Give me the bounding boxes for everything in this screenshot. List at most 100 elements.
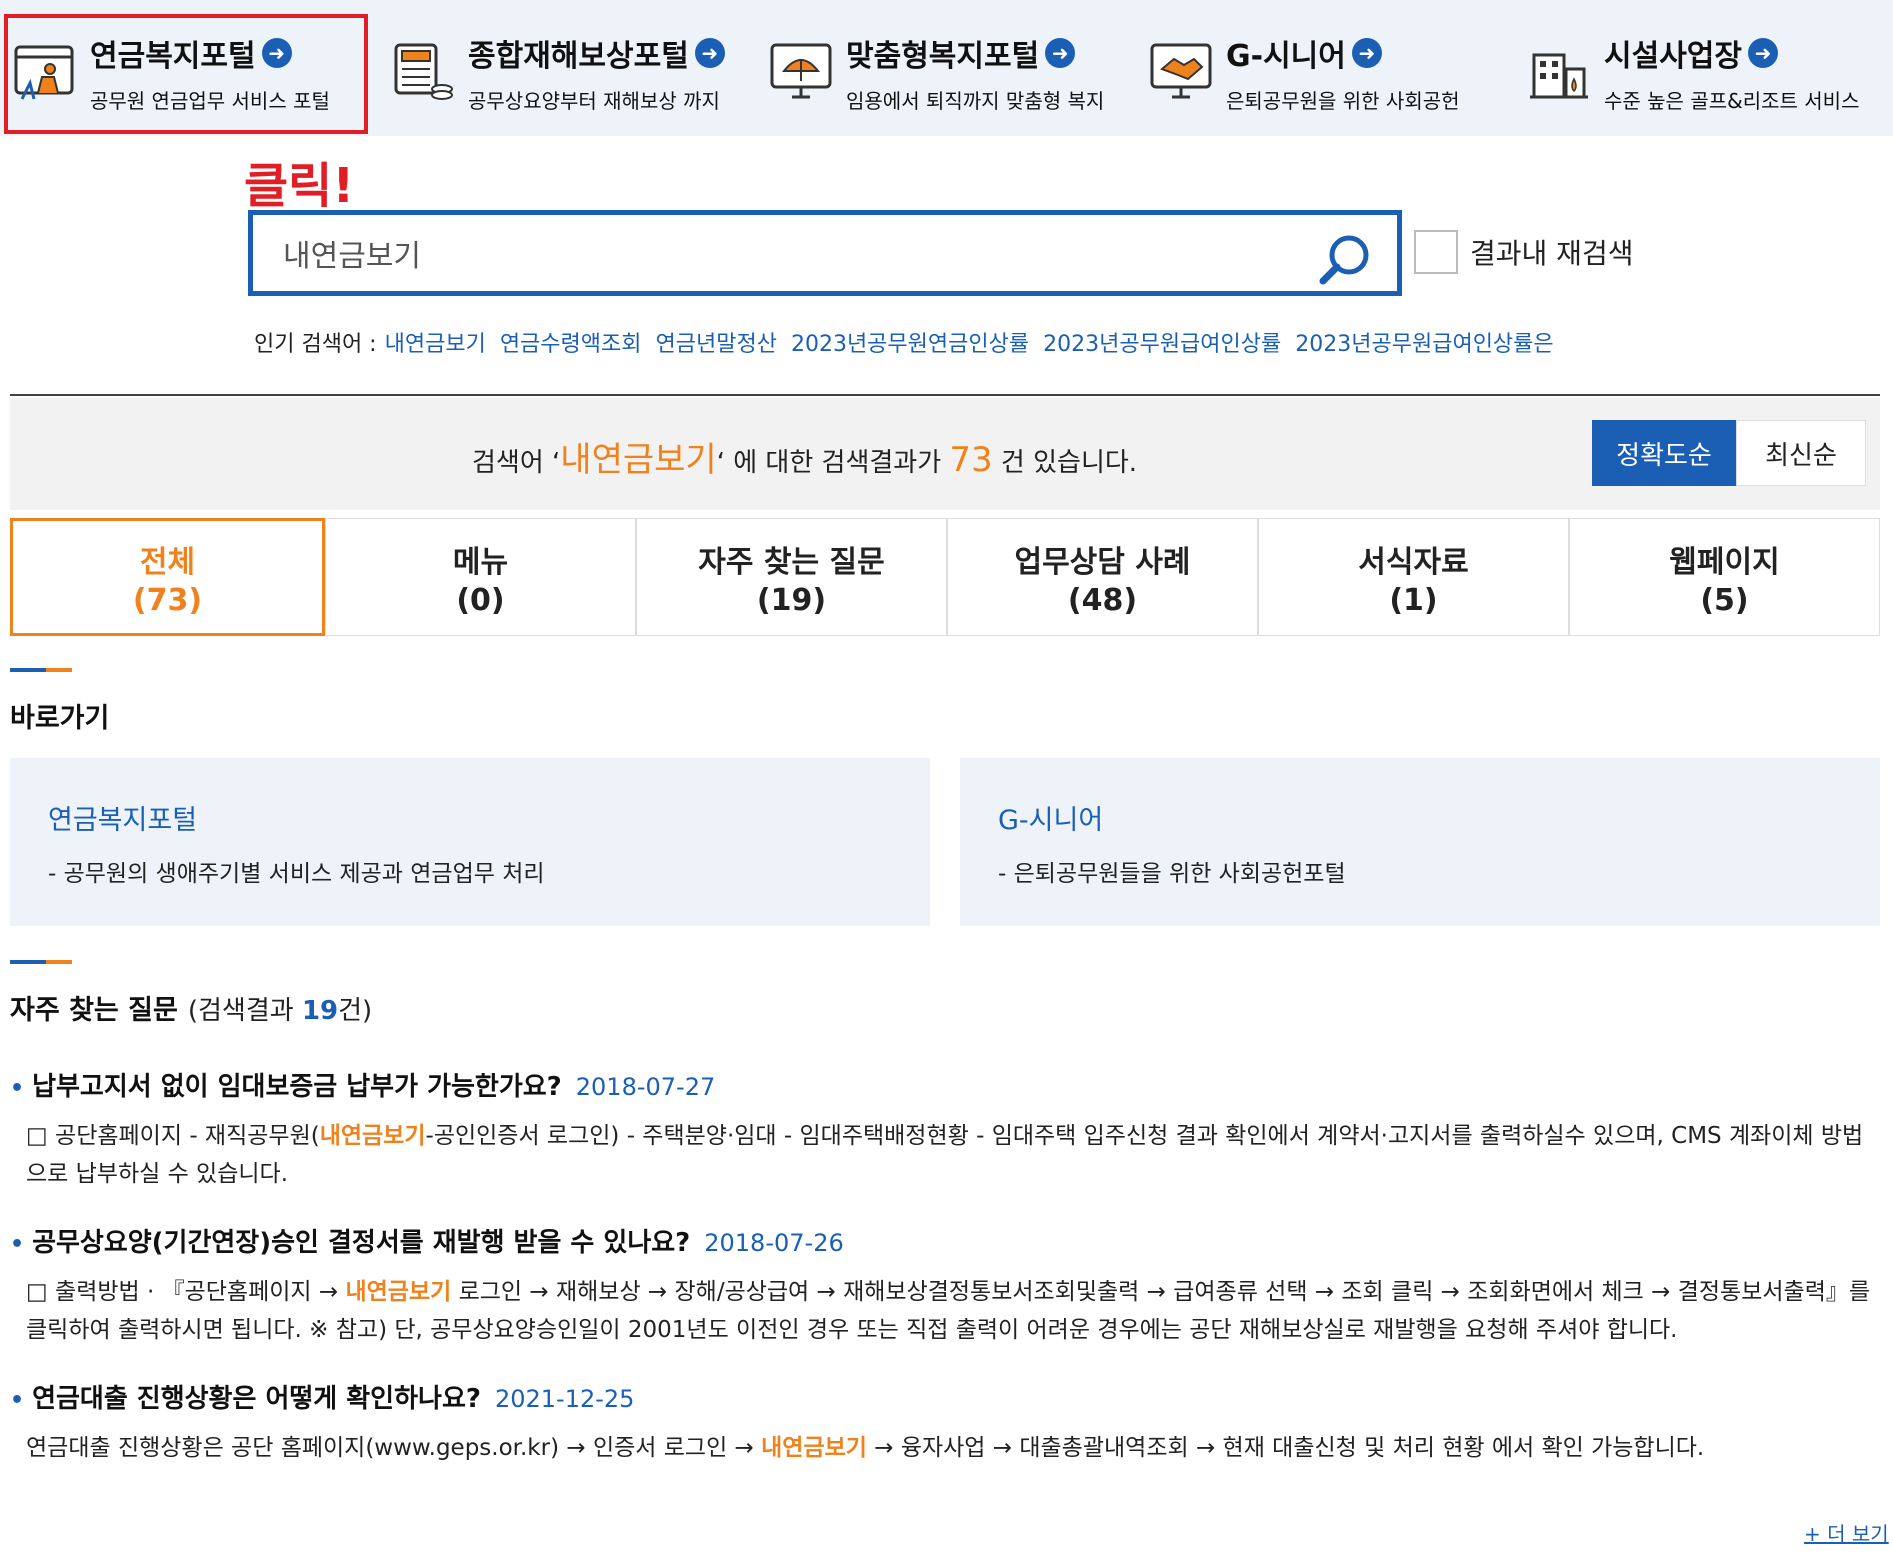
sort-accuracy-button[interactable]: 정확도순 xyxy=(1592,420,1736,486)
tab-label: 메뉴 xyxy=(452,544,509,580)
faq-date: 2018-07-27 xyxy=(575,1073,716,1101)
popular-term[interactable]: 2023년공무원연금인상률 xyxy=(791,326,1029,358)
tab-count: (73) xyxy=(132,582,203,618)
recheck-label: 결과내 재검색 xyxy=(1470,237,1634,270)
shortcut-title[interactable]: G-시니어 xyxy=(998,798,1103,837)
category-tabs: 전체 (73) 메뉴 (0) 자주 찾는 질문 (19) 업무상담 사례 (48) 서식… xyxy=(10,518,1880,636)
arrow-right-icon: ➜ xyxy=(1045,37,1076,68)
section-mark xyxy=(10,668,72,672)
sort-recent-button[interactable]: 최신순 xyxy=(1736,420,1866,486)
tab-label: 웹페이지 xyxy=(1669,544,1780,580)
portal-subtitle: 수준 높은 골프&리조트 서비스 xyxy=(1604,88,1860,113)
faq-answer-highlight: 내연금보기 xyxy=(319,1123,426,1149)
recheck-toggle[interactable]: 결과내 재검색 xyxy=(1414,230,1633,274)
faq-answer-highlight: 내연금보기 xyxy=(345,1279,452,1305)
shortcut-desc: - 공무원의 생애주기별 서비스 제공과 연금업무 처리 xyxy=(48,861,545,887)
tab-count: (0) xyxy=(456,582,505,618)
faq-question[interactable]: 공무상요양(기간연장)승인 결정서를 재발행 받을 수 있나요? xyxy=(32,1222,690,1259)
faq-meta-prefix: (검색결과 xyxy=(187,996,302,1026)
shortcut-heading: 바로가기 xyxy=(10,703,110,734)
calculator-coins-icon xyxy=(394,43,453,100)
popular-label: 인기 검색어 : xyxy=(254,332,377,357)
faq-item: • 납부고지서 없이 임대보증금 납부가 가능한가요? 2018-07-27 □ 공… xyxy=(10,1066,1880,1193)
result-summary: 검색어 ‘내연금보기‘ 에 대한 검색결과가 73 건 있습니다. 정확도순 최… xyxy=(10,398,1880,510)
popular-keywords: 인기 검색어 : 내연금보기 연금수령액조회 연금년말정산 2023년공무원연금… xyxy=(254,326,1568,358)
portal-title: 맞춤형복지포털 xyxy=(846,38,1040,74)
tab-count: (5) xyxy=(1700,582,1749,618)
result-summary-text: 검색어 ‘내연금보기‘ 에 대한 검색결과가 73 건 있습니다. xyxy=(472,432,1137,481)
summary-middle: ‘ 에 대한 검색결과가 xyxy=(716,448,950,478)
faq-item: • 공무상요양(기간연장)승인 결정서를 재발행 받을 수 있나요? 2018-07… xyxy=(10,1222,1880,1349)
tab-faq[interactable]: 자주 찾는 질문 (19) xyxy=(636,518,947,636)
portal-title: G-시니어 xyxy=(1226,38,1346,74)
faq-question[interactable]: 납부고지서 없이 임대보증금 납부가 가능한가요? xyxy=(32,1066,562,1103)
tab-all[interactable]: 전체 (73) xyxy=(10,518,325,636)
shortcut-card[interactable]: G-시니어 - 은퇴공무원들을 위한 사회공헌포털 xyxy=(960,758,1880,926)
portal-title: 종합재해보상포털 xyxy=(468,38,689,74)
section-mark xyxy=(10,960,72,964)
tab-count: (19) xyxy=(756,582,827,618)
faq-answer-pre: □ 공단홈페이지 - 재직공무원( xyxy=(26,1123,320,1149)
faq-answer-highlight: 내연금보기 xyxy=(761,1435,867,1461)
bullet-icon: • xyxy=(10,1388,25,1413)
arrow-right-icon: ➜ xyxy=(694,37,725,68)
summary-suffix: 건 있습니다. xyxy=(992,448,1138,478)
faq-answer-pre: □ 출력방법 · 『공단홈페이지 → xyxy=(26,1279,346,1305)
faq-heading-text: 자주 찾는 질문 xyxy=(10,995,178,1026)
click-annotation: 클릭! xyxy=(244,158,355,214)
building-icon xyxy=(1530,53,1588,99)
faq-answer: □ 출력방법 · 『공단홈페이지 → 내연금보기 로그인 → 재해보상 → 장해… xyxy=(10,1273,1880,1349)
portal-g-senior[interactable]: G-시니어 ➜ 은퇴공무원을 위한 사회공헌 xyxy=(1148,16,1460,128)
tab-menu[interactable]: 메뉴 (0) xyxy=(325,518,636,636)
search-icon[interactable] xyxy=(1317,231,1373,287)
portal-subtitle: 임용에서 퇴직까지 맞춤형 복지 xyxy=(846,88,1105,113)
shortcut-desc: - 은퇴공무원들을 위한 사회공헌포털 xyxy=(998,861,1346,887)
faq-meta-count: 19 xyxy=(301,996,339,1026)
popular-term[interactable]: 연금년말정산 xyxy=(656,326,777,358)
faq-result-meta: (검색결과 19건) xyxy=(188,996,372,1026)
faq-item: • 연금대출 진행상황은 어떻게 확인하나요? 2021-12-25 연금대출 진행… xyxy=(10,1378,1880,1467)
bullet-icon: • xyxy=(10,1076,25,1101)
tab-count: (1) xyxy=(1389,582,1438,618)
portal-title: 시설사업장 xyxy=(1604,38,1742,74)
faq-question[interactable]: 연금대출 진행상황은 어떻게 확인하나요? xyxy=(32,1378,481,1415)
faq-answer: 연금대출 진행상황은 공단 홈페이지(www.geps.or.kr) → 인증서… xyxy=(10,1429,1880,1467)
portal-accident-compensation[interactable]: 종합재해보상포털 ➜ 공무상요양부터 재해보상 까지 xyxy=(390,16,725,128)
search-box xyxy=(248,210,1402,296)
faq-answer-pre: 연금대출 진행상황은 공단 홈페이지(www.geps.or.kr) → 인증서… xyxy=(26,1435,762,1461)
tab-label: 자주 찾는 질문 xyxy=(698,544,885,580)
faq-answer: □ 공단홈페이지 - 재직공무원(내연금보기-공인인증서 로그인) - 주택분양… xyxy=(10,1117,1880,1193)
faq-answer-post: → 융자사업 → 대출총괄내역조회 → 현재 대출신청 및 처리 현황 에서 확… xyxy=(866,1435,1705,1461)
bullet-icon: • xyxy=(10,1232,25,1257)
more-link[interactable]: + 더 보기 xyxy=(1804,1518,1889,1547)
popular-term[interactable]: 내연금보기 xyxy=(385,326,486,358)
tab-consultation[interactable]: 업무상담 사례 (48) xyxy=(947,518,1258,636)
summary-prefix: 검색어 ‘ xyxy=(472,448,561,478)
summary-count: 73 xyxy=(949,440,993,480)
search-input[interactable] xyxy=(283,227,1283,279)
tab-label: 서식자료 xyxy=(1358,544,1469,580)
click-highlight-box xyxy=(4,14,368,134)
faq-date: 2021-12-25 xyxy=(494,1385,635,1413)
tab-label: 업무상담 사례 xyxy=(1014,544,1191,580)
tab-webpages[interactable]: 웹페이지 (5) xyxy=(1569,518,1880,636)
shortcut-title[interactable]: 연금복지포털 xyxy=(48,798,197,837)
shortcut-card[interactable]: 연금복지포털 - 공무원의 생애주기별 서비스 제공과 연금업무 처리 xyxy=(10,758,930,926)
handshake-monitor-icon xyxy=(1150,43,1212,99)
faq-date: 2018-07-26 xyxy=(704,1229,844,1257)
portal-facilities[interactable]: 시설사업장 ➜ 수준 높은 골프&리조트 서비스 xyxy=(1526,16,1859,128)
portal-custom-welfare[interactable]: 맞춤형복지포털 ➜ 임용에서 퇴직까지 맞춤형 복지 xyxy=(768,16,1104,128)
arrow-right-icon: ➜ xyxy=(1748,37,1778,68)
tab-label: 전체 xyxy=(139,544,196,580)
arrow-right-icon: ➜ xyxy=(1351,37,1382,68)
faq-meta-suffix: 건) xyxy=(338,996,373,1026)
popular-term[interactable]: 연금수령액조회 xyxy=(500,326,642,358)
divider xyxy=(10,394,1880,396)
popular-term[interactable]: 2023년공무원급여인상률은 xyxy=(1295,326,1553,358)
tab-forms[interactable]: 서식자료 (1) xyxy=(1258,518,1569,636)
popular-term[interactable]: 2023년공무원급여인상률 xyxy=(1043,326,1281,358)
summary-keyword: 내연금보기 xyxy=(560,440,717,480)
faq-heading: 자주 찾는 질문 (검색결과 19건) xyxy=(10,988,372,1027)
recheck-checkbox[interactable] xyxy=(1414,230,1458,274)
umbrella-monitor-icon xyxy=(770,43,832,99)
